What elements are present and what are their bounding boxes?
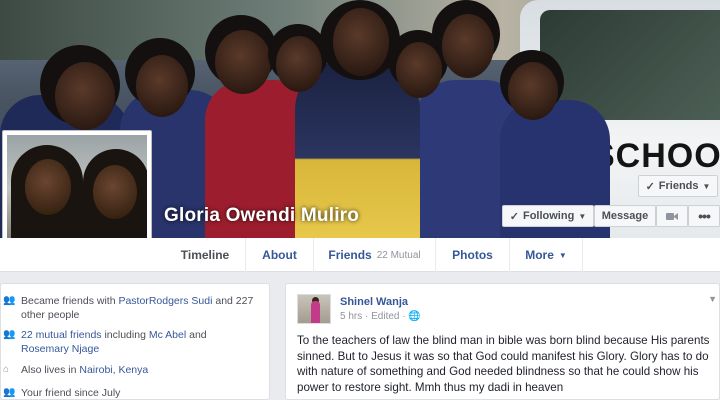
more-options-button[interactable]: ••• <box>688 205 720 227</box>
friend-link[interactable]: Mc Abel <box>149 329 186 341</box>
following-button[interactable]: ✓ Following ▼ <box>502 205 594 227</box>
face <box>136 55 188 117</box>
profile-picture-image <box>7 135 147 255</box>
profile-tabs: Timeline About Friends 22 Mutual Photos M… <box>0 238 720 272</box>
intro-mutual-row: 👥 22 mutual friends including Mc Abel an… <box>3 328 233 356</box>
post-author[interactable]: Shinel Wanja <box>340 296 408 308</box>
caret-down-icon: ▼ <box>578 211 587 221</box>
video-camera-icon <box>666 212 678 220</box>
intro-location-row: ⌂ Also lives in Nairobi, Kenya <box>3 363 263 377</box>
post-time[interactable]: 5 hrs <box>340 311 362 322</box>
intro-text: Also lives in Nairobi, Kenya <box>21 363 148 377</box>
intro-since-row: 👥 Your friend since July <box>3 386 263 400</box>
intro-panel: 👥 Became friends with PastorRodgers Sudi… <box>0 283 270 400</box>
face <box>442 14 494 78</box>
friends-button[interactable]: ✓ Friends ▼ <box>638 175 718 197</box>
tab-label: About <box>262 248 297 262</box>
people-icon: 👥 <box>3 295 16 306</box>
face <box>333 8 389 76</box>
message-button[interactable]: Message <box>594 205 656 227</box>
tab-label: More <box>525 248 554 262</box>
mutual-count: 22 Mutual <box>376 249 421 261</box>
author-avatar[interactable] <box>297 294 331 324</box>
face <box>215 30 271 94</box>
post-edited[interactable]: Edited <box>371 311 399 322</box>
more-dots-icon: ••• <box>698 208 711 224</box>
following-button-label: Following <box>522 210 575 222</box>
intro-text: Became friends with PastorRodgers Sudi a… <box>21 294 263 322</box>
globe-icon: 🌐 <box>408 311 421 322</box>
intro-friends-row: 👥 Became friends with PastorRodgers Sudi… <box>3 294 263 322</box>
tab-photos[interactable]: Photos <box>435 238 509 272</box>
intro-text: Your friend since July <box>21 387 121 399</box>
face <box>396 42 442 98</box>
intro-prefix: Also lives in <box>21 364 80 376</box>
video-call-button[interactable] <box>656 205 688 227</box>
people-icon: 👥 <box>3 387 16 398</box>
intro-prefix: Became friends with <box>21 295 119 307</box>
bus-sign: SCHOOL <box>592 137 720 175</box>
meta-separator: · <box>362 311 372 322</box>
caret-down-icon: ▼ <box>558 250 567 260</box>
tab-timeline[interactable]: Timeline <box>165 238 245 272</box>
people-icon: 👥 <box>3 329 16 340</box>
face <box>276 36 322 92</box>
profile-name[interactable]: Gloria Owendi Muliro <box>164 205 359 227</box>
checkmark-icon: ✓ <box>645 180 655 193</box>
tab-about[interactable]: About <box>245 238 313 272</box>
location-link[interactable]: Nairobi, Kenya <box>79 364 148 376</box>
face <box>55 62 115 130</box>
tab-label: Friends <box>328 248 372 262</box>
friend-link[interactable]: Rosemary Njage <box>21 343 99 355</box>
post-meta: 5 hrs · Edited · 🌐 <box>340 311 421 322</box>
tab-more[interactable]: More ▼ <box>509 238 583 272</box>
checkmark-icon: ✓ <box>509 210 519 223</box>
face <box>508 62 558 120</box>
home-icon: ⌂ <box>3 364 10 375</box>
face <box>93 165 137 219</box>
timeline-post: Shinel Wanja 5 hrs · Edited · 🌐 ▼ To the… <box>285 283 720 400</box>
tab-label: Photos <box>452 248 493 262</box>
friends-button-label: Friends <box>658 180 699 192</box>
post-options-chevron-icon[interactable]: ▼ <box>708 294 717 304</box>
post-text: To the teachers of law the blind man in … <box>297 334 710 394</box>
intro-middle: including <box>101 329 149 341</box>
intro-and: and <box>186 329 207 341</box>
tab-friends[interactable]: Friends 22 Mutual <box>313 238 435 272</box>
mutual-friends-link[interactable]: 22 mutual friends <box>21 329 102 341</box>
caret-down-icon: ▼ <box>702 181 711 191</box>
intro-text: 22 mutual friends including Mc Abel and … <box>21 328 233 356</box>
tab-label: Timeline <box>180 248 230 262</box>
face <box>25 159 71 215</box>
friend-link[interactable]: PastorRodgers Sudi <box>118 295 212 307</box>
avatar-figure <box>311 301 320 323</box>
message-button-label: Message <box>601 210 649 222</box>
